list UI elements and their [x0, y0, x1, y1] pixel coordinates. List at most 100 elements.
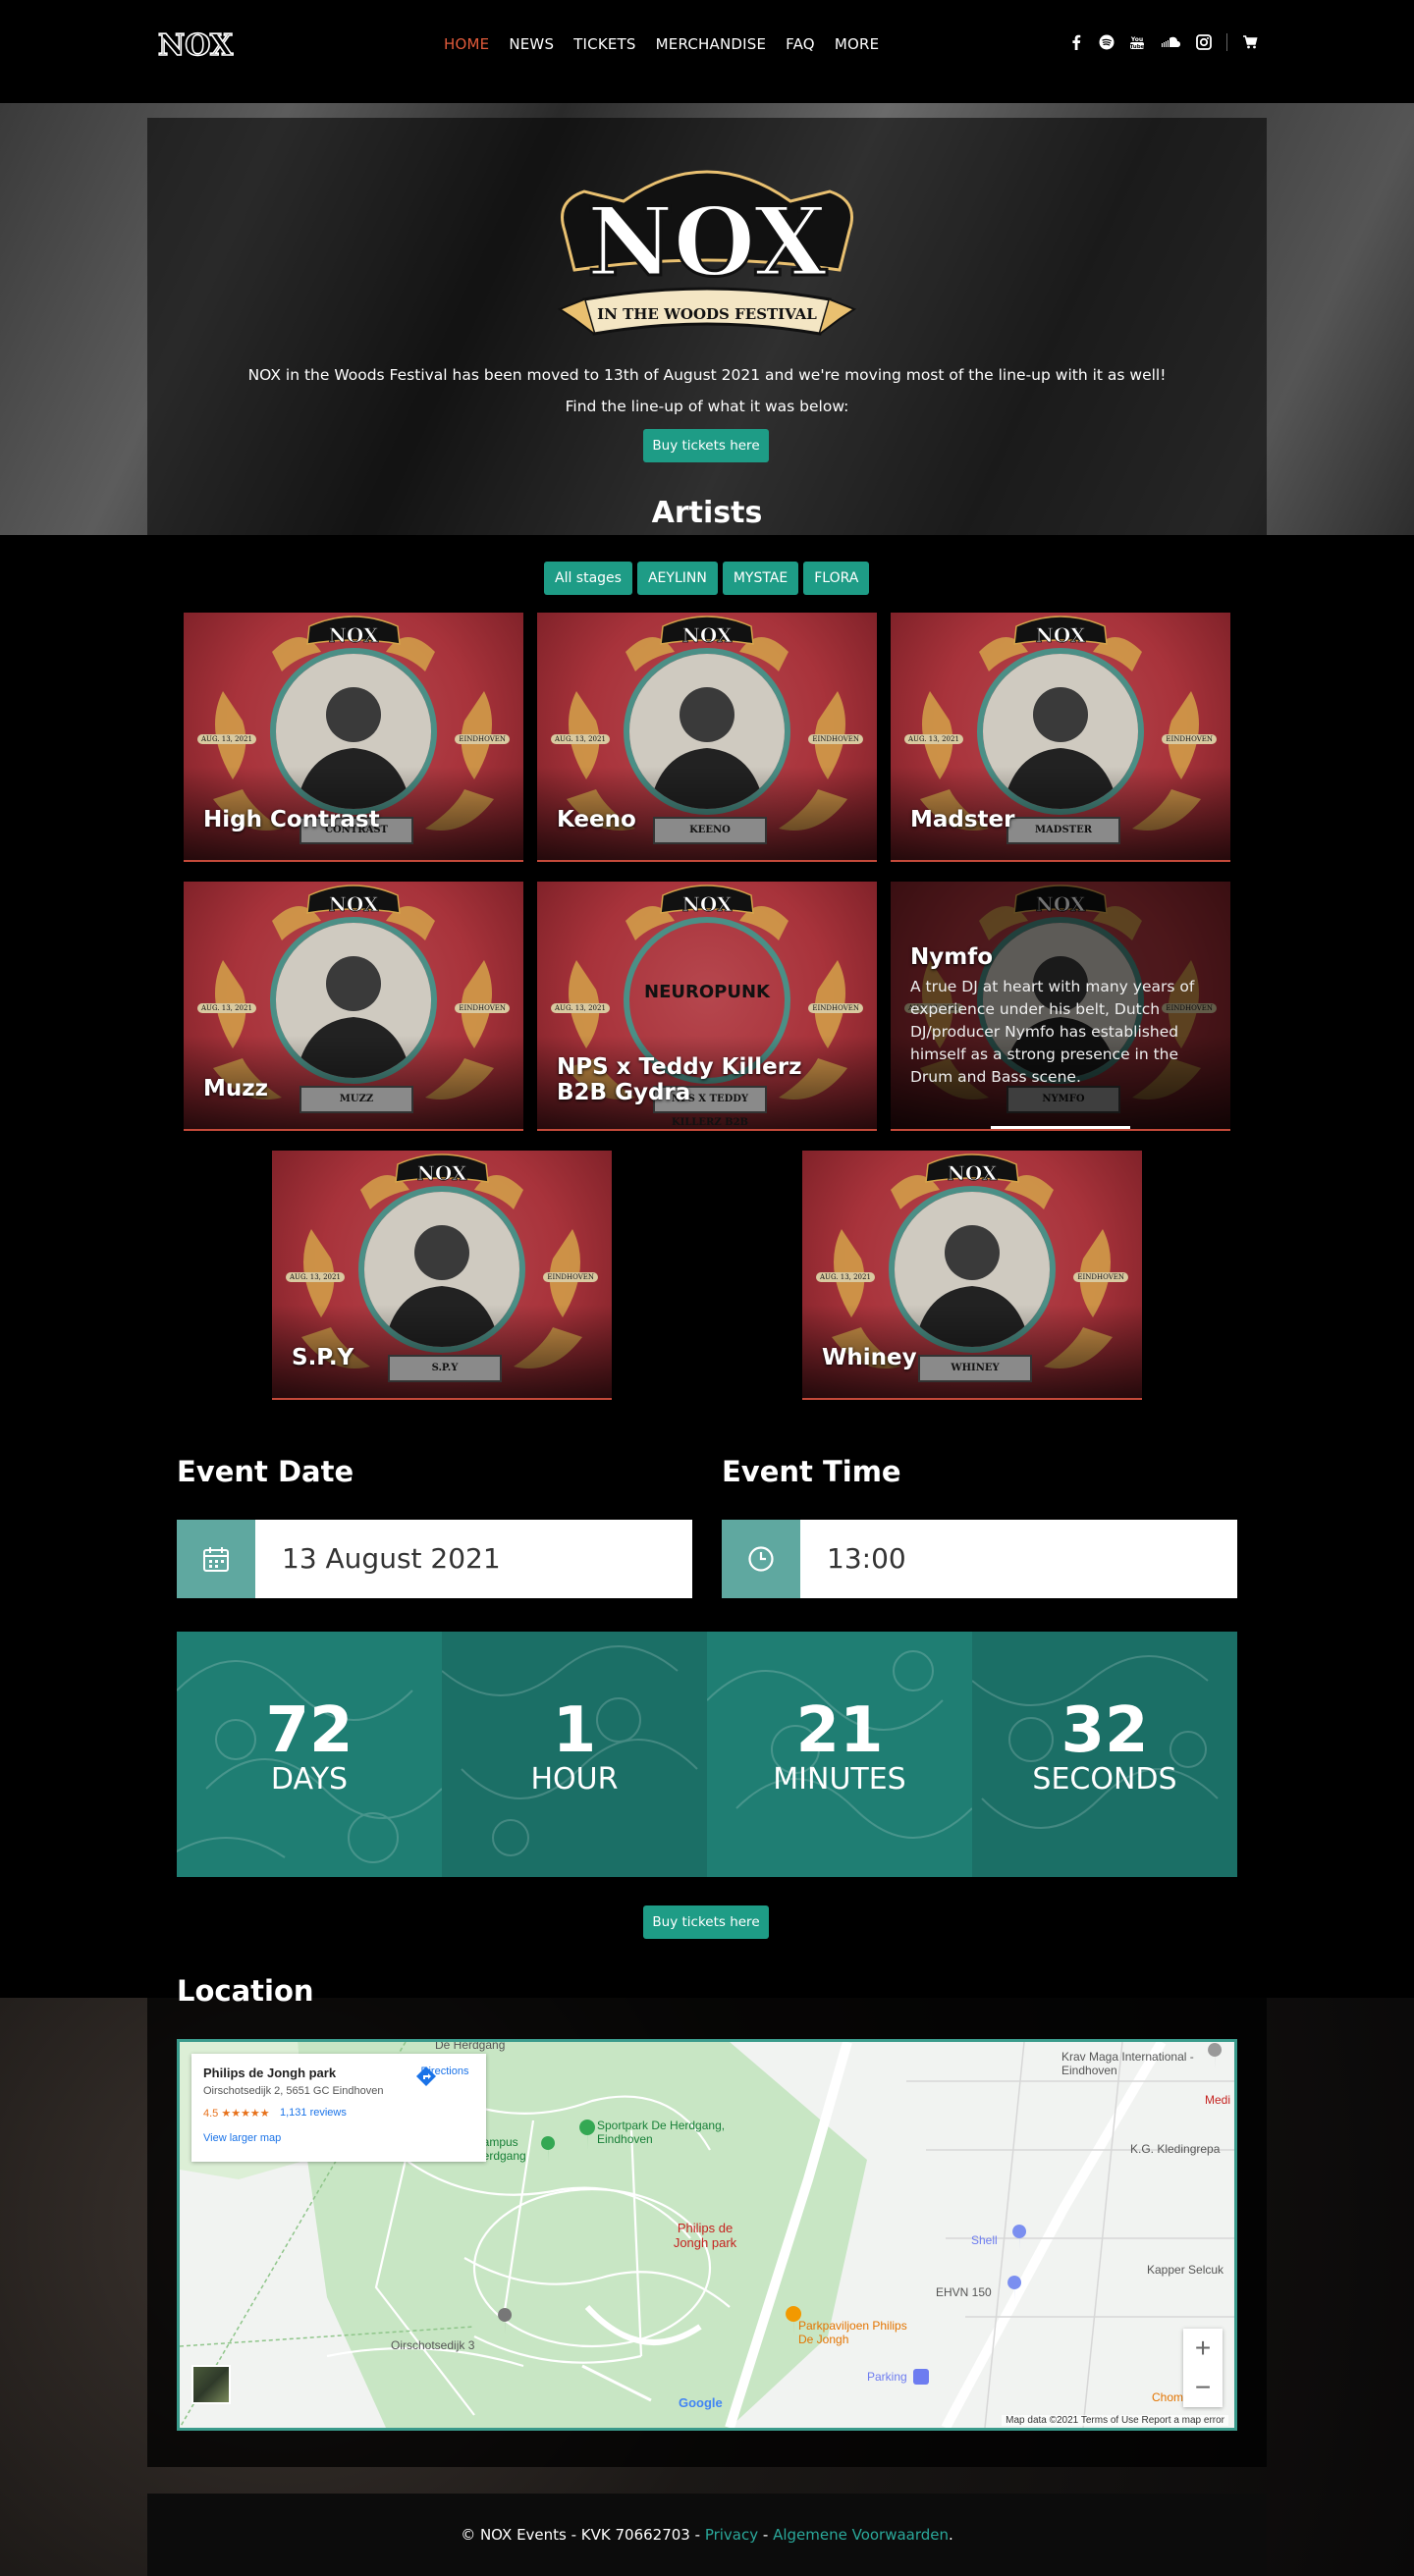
map-label-medi: Medi	[1205, 2093, 1231, 2107]
map-label-chom: Chom	[1152, 2390, 1184, 2404]
footer-end: .	[949, 2526, 953, 2544]
artist-nameplate: WHINEY	[918, 1355, 1032, 1382]
map-label-shell: Shell	[971, 2233, 998, 2247]
artist-card[interactable]: NOX AUG. 13, 2021 EINDHOVEN WHINEY Whine…	[802, 1151, 1142, 1400]
countdown-minutes: 21 MINUTES	[707, 1632, 972, 1877]
artist-card[interactable]: NOX AUG. 13, 2021 EINDHOVEN CONTRAST Hig…	[184, 613, 523, 862]
youtube-icon[interactable]: You Tube	[1129, 34, 1145, 50]
countdown-hours-label: HOUR	[530, 1762, 619, 1797]
card-logo-text: NOX	[1036, 623, 1086, 647]
buy-tickets-button-top[interactable]: Buy tickets here	[643, 429, 769, 462]
artists-heading: Artists	[651, 496, 763, 530]
cart-icon[interactable]	[1242, 34, 1258, 50]
instagram-icon[interactable]	[1196, 34, 1212, 50]
card-date: AUG. 13, 2021	[904, 734, 963, 744]
view-larger-map-link[interactable]: View larger map	[203, 2132, 281, 2144]
terms-link[interactable]: Algemene Voorwaarden	[773, 2526, 949, 2544]
artist-name: Madster	[910, 807, 1015, 832]
svg-text:Tube: Tube	[1130, 44, 1145, 50]
card-city: EINDHOVEN	[543, 1272, 598, 1282]
countdown-timer: 72 DAYS 1 HOUR 21 MINUTES 32 SECONDS	[177, 1632, 1237, 1877]
nox-logo[interactable]: NOX	[155, 26, 236, 65]
map-label-herdgang: De Herdgang	[435, 2039, 506, 2052]
card-date: AUG. 13, 2021	[197, 1003, 256, 1013]
facebook-icon[interactable]	[1068, 34, 1084, 50]
footer-dash: -	[758, 2526, 774, 2544]
main-nav: HOME NEWS TICKETS MERCHANDISE FAQ MORE	[444, 35, 879, 53]
event-date-heading: Event Date	[177, 1455, 354, 1488]
map-label-kravmaga: Krav Maga International - Eindhoven	[1061, 2050, 1194, 2077]
map-place-name: Philips de Jongh park	[203, 2066, 337, 2080]
artist-card[interactable]: NOX AUG. 13, 2021 EINDHOVEN S.P.Y S.P.Y	[272, 1151, 612, 1400]
soundcloud-icon[interactable]	[1160, 34, 1181, 50]
countdown-seconds-label: SECONDS	[1032, 1762, 1177, 1797]
nav-tickets[interactable]: TICKETS	[573, 35, 635, 53]
map-info-card: Philips de Jongh park Oirschotsedijk 2, …	[191, 2054, 486, 2162]
countdown-hours: 1 HOUR	[442, 1632, 707, 1877]
nav-merchandise[interactable]: MERCHANDISE	[656, 35, 767, 53]
artist-nameplate: S.P.Y	[388, 1355, 502, 1382]
countdown-days-label: DAYS	[270, 1762, 349, 1797]
nav-more[interactable]: MORE	[835, 35, 879, 53]
top-navbar: NOX HOME NEWS TICKETS MERCHANDISE FAQ MO…	[0, 0, 1414, 103]
social-links: You Tube	[1068, 33, 1258, 51]
card-date: AUG. 13, 2021	[197, 734, 256, 744]
spotify-icon[interactable]	[1099, 34, 1115, 50]
svg-text:NOX: NOX	[587, 187, 828, 297]
stage-filters: All stages AEYLINN MYSTAE FLORA	[544, 562, 870, 595]
google-logo: Google	[679, 2395, 723, 2410]
nav-divider	[1226, 33, 1227, 51]
card-logo-text: NOX	[682, 623, 733, 647]
map-zoom-controls: + −	[1183, 2329, 1223, 2407]
privacy-link[interactable]: Privacy	[705, 2526, 758, 2544]
event-time-field: 13:00	[722, 1520, 1237, 1598]
festival-logo: NOX IN THE WOODS FESTIVAL	[545, 162, 869, 349]
zoom-in-button[interactable]: +	[1183, 2329, 1223, 2368]
card-city: EINDHOVEN	[1073, 1272, 1128, 1282]
zoom-out-button[interactable]: −	[1183, 2368, 1223, 2407]
event-time-heading: Event Time	[722, 1455, 901, 1488]
filter-flora[interactable]: FLORA	[803, 562, 870, 595]
artist-name: NPS x Teddy Killerz B2B Gydra	[557, 1054, 802, 1105]
nav-home[interactable]: HOME	[444, 35, 489, 53]
event-time-value: 13:00	[827, 1542, 906, 1575]
card-date: AUG. 13, 2021	[551, 734, 610, 744]
artist-card[interactable]: NOX AUG. 13, 2021 EINDHOVEN NYMFO Nymfo …	[891, 882, 1230, 1131]
svg-text:NOX: NOX	[158, 28, 234, 63]
artist-name: Whiney	[822, 1345, 917, 1370]
map-label-sportpark: Sportpark De Herdgang, Eindhoven	[597, 2119, 726, 2146]
filter-aeylinn[interactable]: AEYLINN	[636, 562, 718, 595]
calendar-icon	[177, 1520, 255, 1598]
artist-nameplate: KEENO	[653, 817, 767, 844]
filter-mystae[interactable]: MYSTAE	[722, 562, 799, 595]
map-label-kapper: Kapper Selcuk	[1147, 2263, 1224, 2277]
directions-link[interactable]: Directions	[415, 2066, 474, 2086]
hero-subline: Find the line-up of what it was below:	[565, 398, 849, 415]
map-place-rating: 4.5 ★★★★★	[203, 2108, 270, 2120]
nav-news[interactable]: NEWS	[509, 35, 554, 53]
clock-icon	[722, 1520, 800, 1598]
google-map[interactable]: De Herdgang Sportpark De Herdgang, Eindh…	[177, 2039, 1237, 2431]
directions-icon	[416, 2066, 436, 2086]
map-label-kg: K.G. Kledingrepa	[1130, 2142, 1221, 2156]
nav-faq[interactable]: FAQ	[786, 35, 815, 53]
card-logo-text: NOX	[329, 892, 379, 916]
artist-name: Nymfo	[910, 944, 994, 970]
artist-card[interactable]: NOX NEUROPUNK AUG. 13, 2021 EINDHOVEN NP…	[537, 882, 877, 1131]
artist-nameplate: MUZZ	[299, 1086, 413, 1113]
card-date: AUG. 13, 2021	[286, 1272, 345, 1282]
card-progress-bar	[991, 1126, 1130, 1129]
site-footer: © NOX Events - KVK 70662703 - Privacy - …	[147, 2494, 1267, 2576]
neuropunk-logo-text: NEUROPUNK	[644, 982, 770, 1002]
event-date-field: 13 August 2021	[177, 1520, 692, 1598]
map-place-reviews[interactable]: 1,131 reviews	[280, 2107, 347, 2119]
artist-name: High Contrast	[203, 807, 380, 832]
artist-card[interactable]: NOX AUG. 13, 2021 EINDHOVEN KEENO Keeno	[537, 613, 877, 862]
artist-card[interactable]: NOX AUG. 13, 2021 EINDHOVEN MADSTER Mads…	[891, 613, 1230, 862]
buy-tickets-button-bottom[interactable]: Buy tickets here	[643, 1905, 769, 1939]
filter-all-stages[interactable]: All stages	[544, 562, 632, 595]
artist-card[interactable]: NOX AUG. 13, 2021 EINDHOVEN MUZZ Muzz	[184, 882, 523, 1131]
hero-announcement: NOX in the Woods Festival has been moved…	[247, 366, 1167, 384]
satellite-toggle[interactable]	[191, 2365, 231, 2404]
countdown-minutes-value: 21	[795, 1694, 884, 1767]
